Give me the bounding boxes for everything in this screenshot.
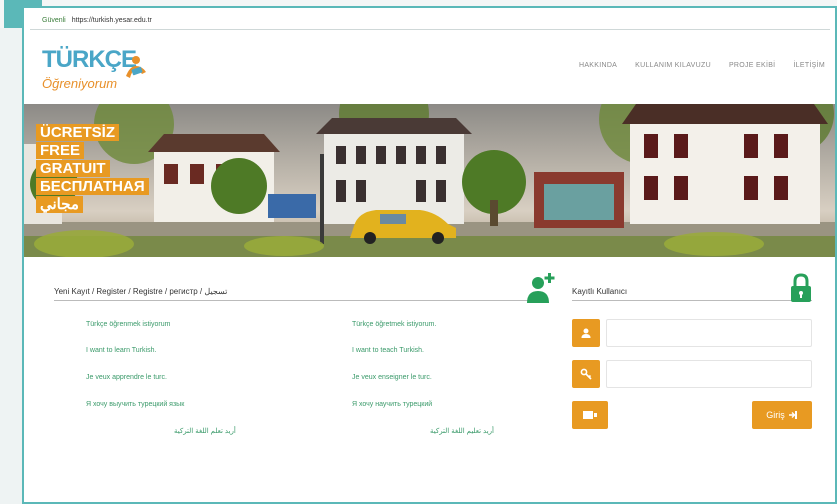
sign-in-icon bbox=[788, 411, 797, 419]
free-line-en: FREE bbox=[36, 142, 85, 159]
nav-user-guide[interactable]: KULLANIM KILAVUZU bbox=[635, 62, 711, 69]
add-user-icon bbox=[527, 273, 555, 303]
id-card-icon bbox=[583, 411, 597, 419]
free-badge: ÜCRETSİZ FREE GRATUIT БЕСПЛАТНАЯ مجاني bbox=[36, 124, 149, 214]
reading-figure-icon bbox=[126, 56, 146, 78]
left-margin bbox=[0, 28, 22, 504]
teach-option-ru[interactable]: Я хочу научить турецкий bbox=[352, 401, 432, 408]
free-line-tr: ÜCRETSİZ bbox=[36, 124, 119, 141]
teach-option-tr[interactable]: Türkçe öğretmek istiyorum. bbox=[352, 321, 436, 328]
register-icon-button[interactable] bbox=[572, 401, 608, 429]
logo-sub-text: Öğreniyorum bbox=[42, 76, 118, 91]
learn-option-fr[interactable]: Je veux apprendre le turc. bbox=[86, 374, 167, 381]
learn-option-tr[interactable]: Türkçe öğrenmek istiyorum bbox=[86, 321, 170, 328]
learn-option-ar[interactable]: أريد تعلم اللغة التركية bbox=[174, 427, 236, 435]
free-line-ar: مجاني bbox=[36, 196, 83, 213]
lock-icon bbox=[791, 273, 811, 302]
nav-contact[interactable]: İLETİŞİM bbox=[793, 62, 825, 69]
key-icon bbox=[572, 360, 600, 388]
free-line-ru: БЕСПЛАТНАЯ bbox=[36, 178, 149, 195]
address-bar[interactable]: Güvenli https://turkish.yesar.edu.tr bbox=[30, 12, 830, 30]
free-line-fr: GRATUIT bbox=[36, 160, 110, 177]
teach-option-en[interactable]: I want to teach Turkish. bbox=[352, 347, 424, 354]
login-button-label: Giriş bbox=[766, 410, 785, 420]
learn-option-en[interactable]: I want to learn Turkish. bbox=[86, 347, 156, 354]
registration-title: Yeni Kayıt / Register / Registre / регис… bbox=[54, 283, 534, 301]
password-row bbox=[572, 360, 812, 388]
username-row bbox=[572, 319, 812, 347]
login-title: Kayıtlı Kullanıcı bbox=[572, 283, 812, 301]
teach-option-ar[interactable]: أريد تعليم اللغة التركية bbox=[430, 427, 494, 435]
user-icon bbox=[572, 319, 600, 347]
learn-option-ru[interactable]: Я хочу выучить турецкий язык bbox=[86, 401, 184, 408]
username-input[interactable] bbox=[606, 319, 812, 347]
main-content: Yeni Kayıt / Register / Registre / регис… bbox=[24, 257, 835, 502]
nav-about[interactable]: HAKKINDA bbox=[579, 62, 617, 69]
url-text[interactable]: https://turkish.yesar.edu.tr bbox=[72, 17, 152, 24]
main-nav: HAKKINDA KULLANIM KILAVUZU PROJE EKİBİ İ… bbox=[579, 62, 825, 69]
site-header: TÜRKÇE Öğreniyorum HAKKINDA KULLANIM KIL… bbox=[24, 34, 835, 104]
secure-label: Güvenli bbox=[42, 17, 66, 24]
password-input[interactable] bbox=[606, 360, 812, 388]
teach-option-fr[interactable]: Je veux enseigner le turc. bbox=[352, 374, 432, 381]
nav-project-team[interactable]: PROJE EKİBİ bbox=[729, 62, 775, 69]
login-button[interactable]: Giriş bbox=[752, 401, 812, 429]
site-logo[interactable]: TÜRKÇE Öğreniyorum bbox=[42, 46, 152, 96]
